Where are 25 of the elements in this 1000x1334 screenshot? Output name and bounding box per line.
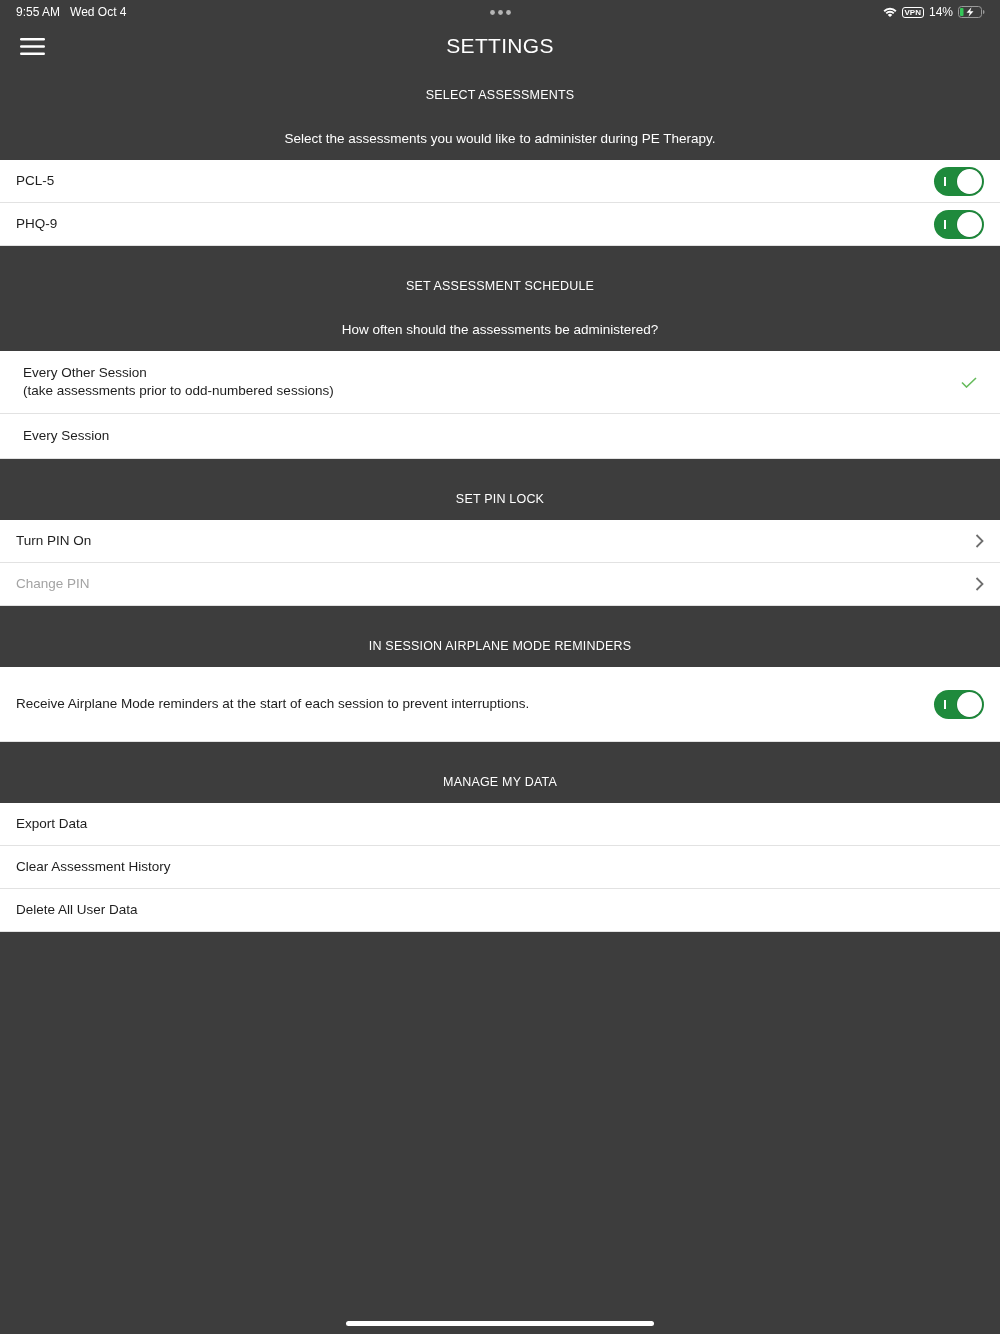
- toggle-switch[interactable]: [934, 166, 984, 196]
- menu-icon[interactable]: [20, 37, 45, 55]
- chevron-right-icon: [975, 534, 984, 548]
- page-title: SETTINGS: [446, 33, 554, 59]
- checkmark-icon: [961, 376, 977, 388]
- setting-label: Receive Airplane Mode reminders at the start of each session to prevent interruptions.: [16, 695, 530, 713]
- status-time: 9:55 AM: [16, 5, 61, 19]
- section-title: SET PIN LOCK: [455, 491, 545, 508]
- toggle-switch[interactable]: [934, 209, 984, 239]
- wifi-icon: [882, 7, 897, 17]
- section-title: MANAGE MY DATA: [443, 774, 557, 791]
- vpn-indicator: VPN: [901, 6, 924, 18]
- setting-label: PCL-5: [16, 172, 55, 190]
- battery-charging-icon: [958, 6, 985, 18]
- toggle-switch[interactable]: [934, 689, 984, 719]
- section-description: How often should the assessments be administered?: [341, 321, 659, 339]
- section-description: Select the assessments you would like to administer during PE Therapy.: [284, 130, 716, 148]
- dots-icon[interactable]: [490, 9, 511, 15]
- section-title: IN SESSION AIRPLANE MODE REMINDERS: [368, 638, 632, 655]
- section-title: SET ASSESSMENT SCHEDULE: [405, 278, 595, 295]
- setting-label: PHQ-9: [16, 215, 58, 233]
- battery-percent: 14%: [928, 5, 953, 19]
- section-title: SELECT ASSESSMENTS: [425, 87, 575, 104]
- status-date: Wed Oct 4: [70, 5, 127, 19]
- chevron-right-icon: [975, 577, 984, 591]
